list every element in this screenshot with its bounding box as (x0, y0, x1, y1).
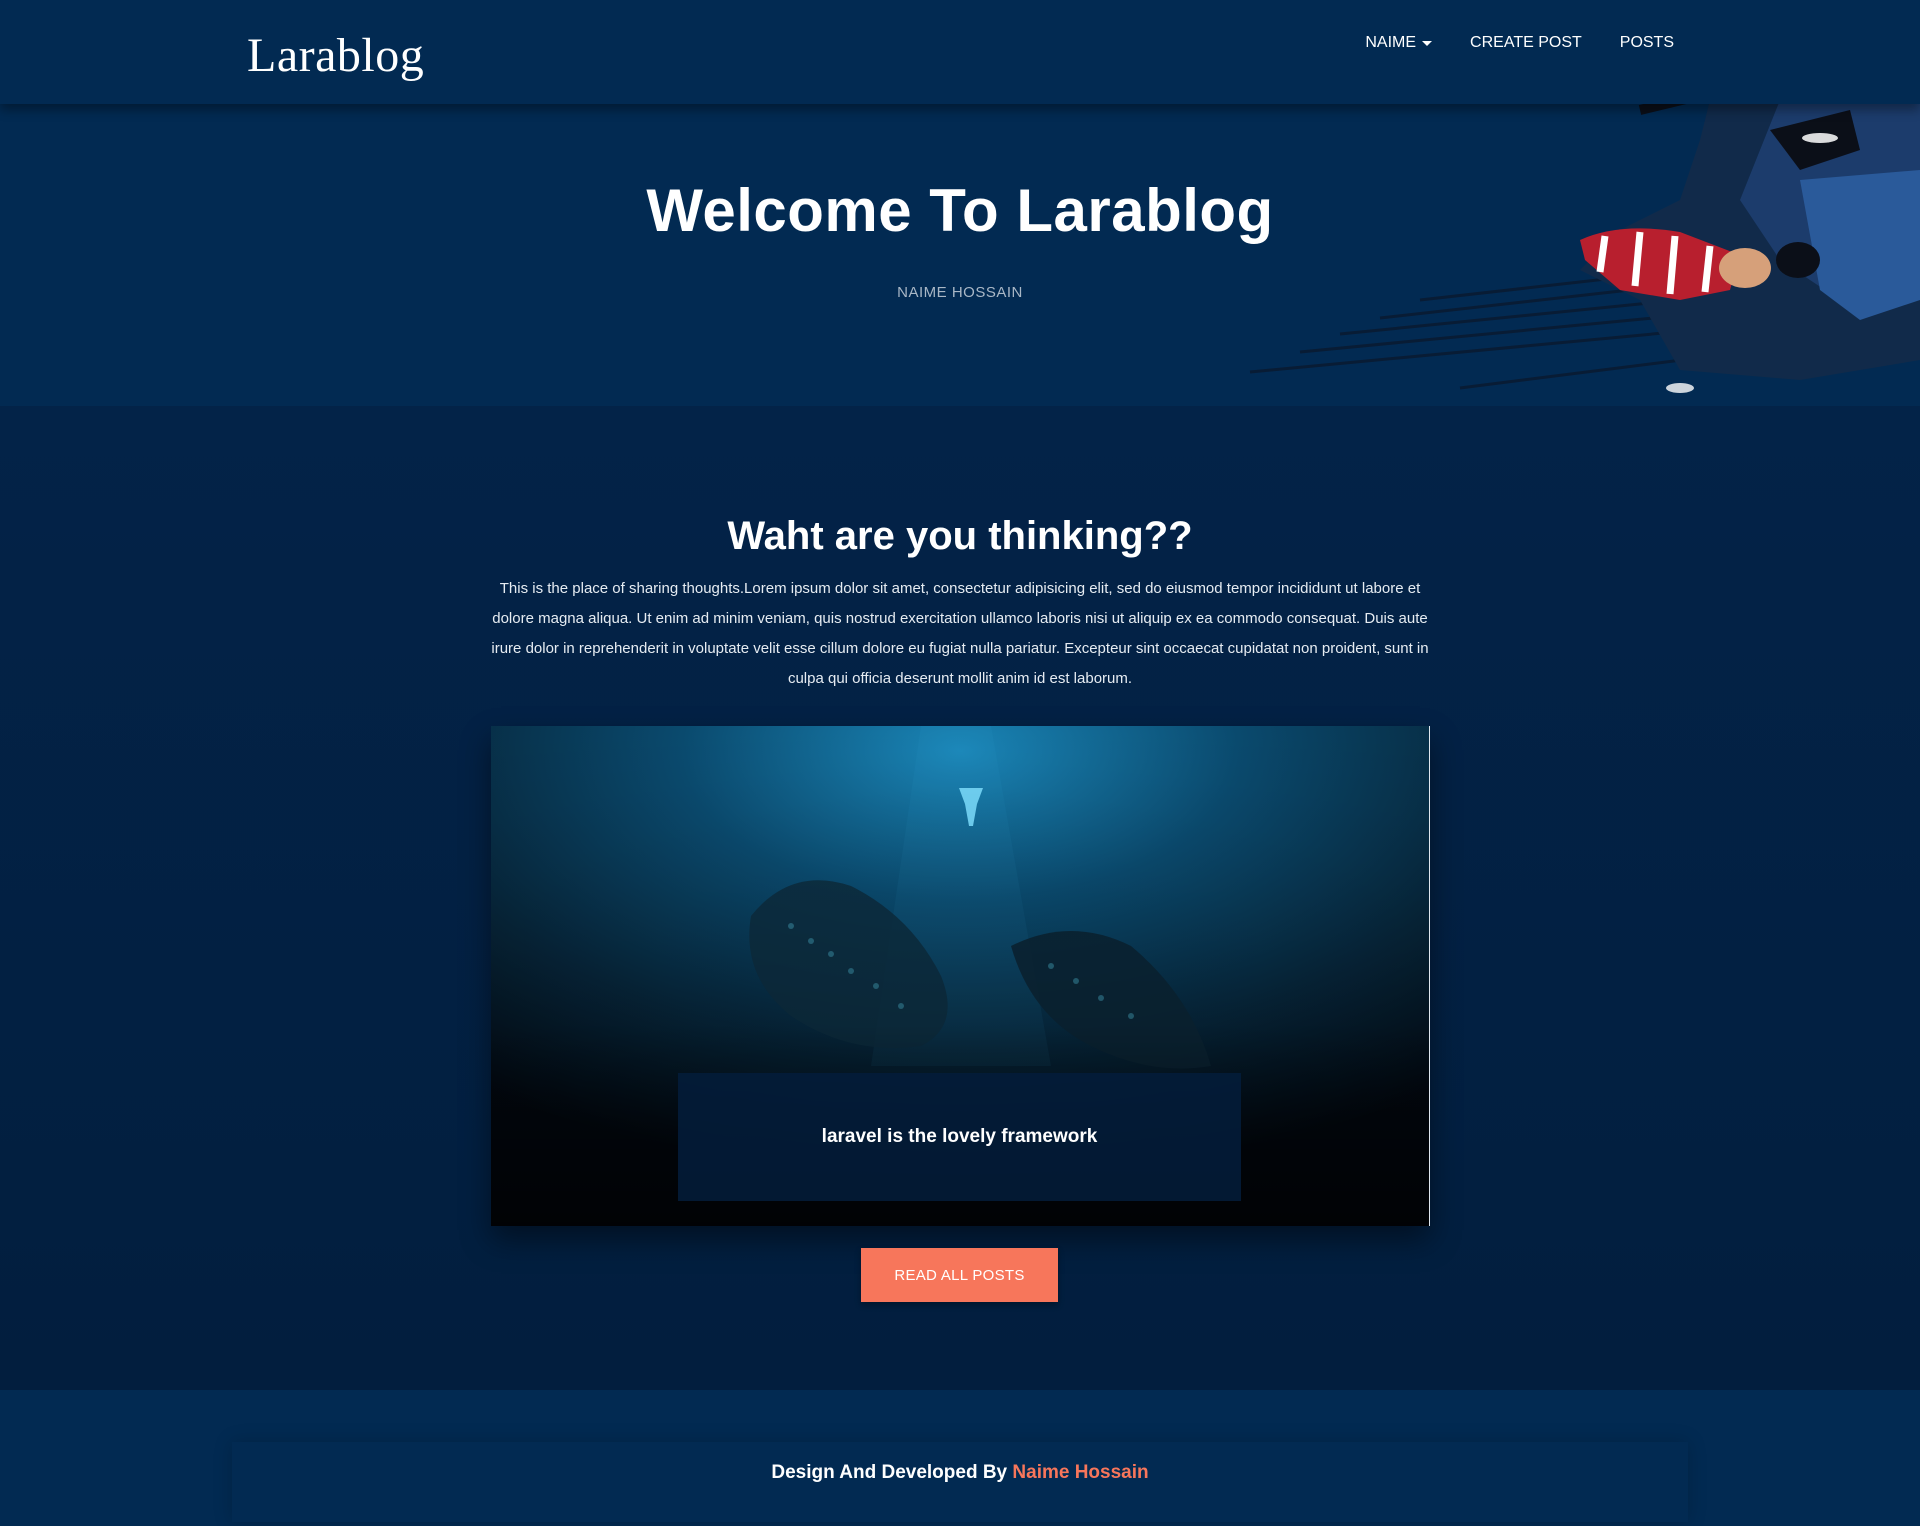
section-heading: Waht are you thinking?? (727, 514, 1193, 558)
hero-title: Welcome To Larablog (646, 177, 1274, 244)
read-all-posts-button[interactable]: READ ALL POSTS (861, 1248, 1058, 1302)
footer: Design And Developed By Naime Hossain (0, 1390, 1920, 1526)
footer-credit: Design And Developed By Naime Hossain (0, 1462, 1920, 1484)
nav-user-dropdown[interactable]: NAIME (1365, 34, 1433, 52)
footer-prefix: Design And Developed By (771, 1462, 1013, 1483)
hero-banner: Welcome To Larablog NAIME HOSSAIN (0, 104, 1920, 406)
main-section: Waht are you thinking?? This is the plac… (0, 406, 1920, 1390)
section-intro: This is the place of sharing thoughts.Lo… (491, 580, 1429, 687)
featured-post-card[interactable]: laravel is the lovely framework (491, 726, 1430, 1226)
nav-user-label: NAIME (1365, 34, 1417, 51)
hero-subtitle: NAIME HOSSAIN (897, 284, 1023, 301)
nav-links: NAIME CREATE POST POSTS (1365, 34, 1674, 52)
caret-down-icon (1422, 40, 1433, 46)
post-caption-box: laravel is the lovely framework (678, 1073, 1241, 1201)
nav-posts[interactable]: POSTS (1620, 34, 1674, 52)
brand-logo[interactable]: Larablog (247, 28, 424, 83)
ninja-illustration-icon (1249, 104, 1920, 393)
footer-author-link[interactable]: Naime Hossain (1012, 1462, 1148, 1483)
nav-create-post[interactable]: CREATE POST (1470, 34, 1582, 52)
post-caption: laravel is the lovely framework (821, 1126, 1098, 1147)
navbar: Larablog NAIME CREATE POST POSTS (0, 0, 1920, 104)
